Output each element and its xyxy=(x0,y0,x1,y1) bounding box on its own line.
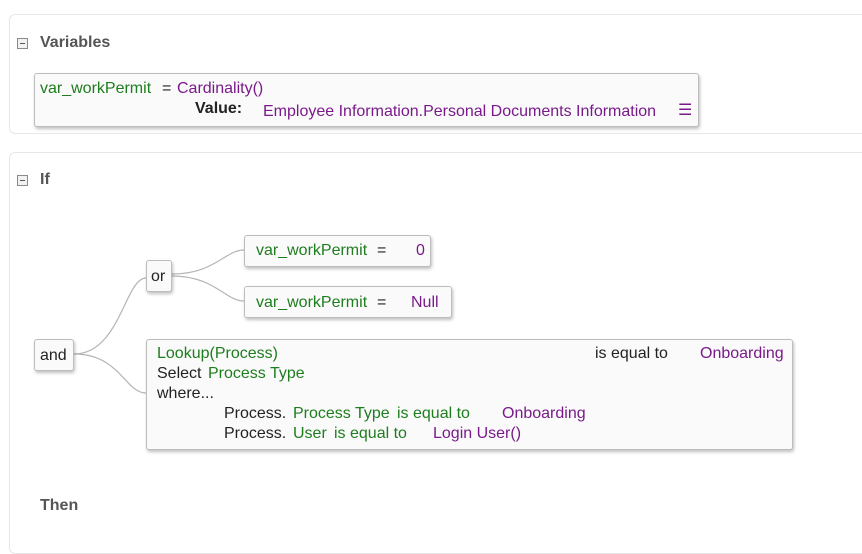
where-field[interactable]: Process Type xyxy=(293,405,390,423)
variables-title: Variables xyxy=(40,34,111,51)
condition-field[interactable]: var_workPermit xyxy=(256,294,367,312)
condition-operator[interactable]: = xyxy=(377,242,386,260)
variable-function[interactable]: Cardinality() xyxy=(177,80,263,98)
select-keyword: Select xyxy=(157,365,202,382)
where-value[interactable]: Onboarding xyxy=(502,405,586,423)
or-label: or xyxy=(151,268,166,285)
variable-equals: = xyxy=(162,80,172,97)
where-field[interactable]: User xyxy=(293,425,327,443)
variable-value[interactable]: Employee Information.Personal Documents … xyxy=(263,103,656,121)
then-title: Then xyxy=(40,497,79,514)
lookup-operator[interactable]: is equal to xyxy=(595,345,668,363)
list-menu-icon[interactable]: ☰ xyxy=(678,102,692,120)
if-title: If xyxy=(40,171,50,188)
value-label: Value: xyxy=(195,100,243,117)
condition-operator[interactable]: = xyxy=(377,294,386,312)
where-object: Process. xyxy=(224,425,287,442)
where-keyword: where... xyxy=(157,385,214,402)
where-operator[interactable]: is equal to xyxy=(397,405,470,423)
lookup-function[interactable]: Lookup(Process) xyxy=(157,345,278,363)
condition-value[interactable]: 0 xyxy=(416,242,425,260)
condition-field[interactable]: var_workPermit xyxy=(256,242,367,260)
variable-name[interactable]: var_workPermit xyxy=(40,80,151,98)
where-value[interactable]: Login User() xyxy=(433,425,521,443)
where-operator[interactable]: is equal to xyxy=(334,425,407,443)
collapse-icon[interactable] xyxy=(17,175,28,186)
select-field[interactable]: Process Type xyxy=(208,365,305,383)
where-object: Process. xyxy=(224,405,287,422)
condition-value[interactable]: Null xyxy=(411,294,439,312)
lookup-value[interactable]: Onboarding xyxy=(700,345,784,363)
and-label: and xyxy=(40,347,67,364)
collapse-icon[interactable] xyxy=(17,38,28,49)
